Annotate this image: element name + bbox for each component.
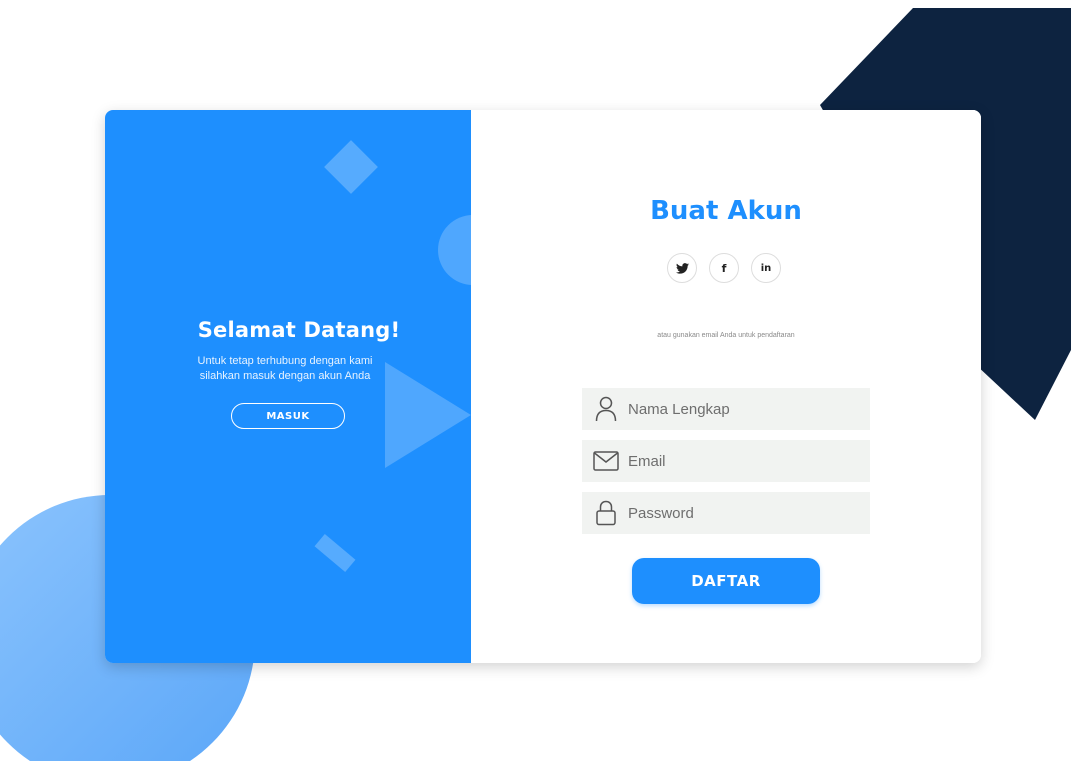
lock-icon: [590, 492, 622, 534]
login-signup-page: Selamat Datang! Untuk tetap terhubung de…: [0, 0, 1071, 761]
full-name-input[interactable]: [622, 389, 858, 429]
welcome-message-line-2: silahkan masuk dengan akun Anda: [199, 370, 371, 382]
welcome-panel: Selamat Datang! Untuk tetap terhubung de…: [105, 110, 471, 663]
user-icon: [590, 388, 622, 430]
password-input[interactable]: [622, 493, 858, 533]
welcome-title: Selamat Datang!: [197, 318, 401, 342]
diamond-shape-top: [324, 140, 378, 194]
welcome-message: Untuk tetap terhubung dengan kami silahk…: [165, 354, 405, 384]
facebook-icon: f: [721, 261, 727, 275]
signup-title: Buat Akun: [650, 196, 802, 226]
diamond-shape-bottom: [314, 534, 356, 572]
twitter-icon: [675, 262, 689, 274]
signup-panel: Buat Akun f in atau gunakan email Anda u…: [471, 110, 981, 663]
password-field[interactable]: [582, 492, 870, 534]
mail-icon: [590, 440, 622, 482]
auth-card: Selamat Datang! Untuk tetap terhubung de…: [105, 110, 981, 663]
twitter-button[interactable]: [667, 253, 697, 283]
linkedin-button[interactable]: in: [751, 253, 781, 283]
login-button[interactable]: MASUK: [231, 403, 345, 429]
social-login-row: f in: [667, 253, 787, 283]
welcome-panel-decor: [314, 140, 471, 572]
signup-hint: atau gunakan email Anda untuk pendaftara…: [657, 332, 795, 339]
email-input[interactable]: [622, 441, 858, 481]
linkedin-icon: in: [760, 262, 772, 274]
facebook-button[interactable]: f: [709, 253, 739, 283]
full-name-field[interactable]: [582, 388, 870, 430]
signup-button[interactable]: DAFTAR: [632, 558, 820, 604]
circle-shape: [438, 215, 471, 285]
email-field[interactable]: [582, 440, 870, 482]
welcome-message-line-1: Untuk tetap terhubung dengan kami: [197, 355, 373, 367]
